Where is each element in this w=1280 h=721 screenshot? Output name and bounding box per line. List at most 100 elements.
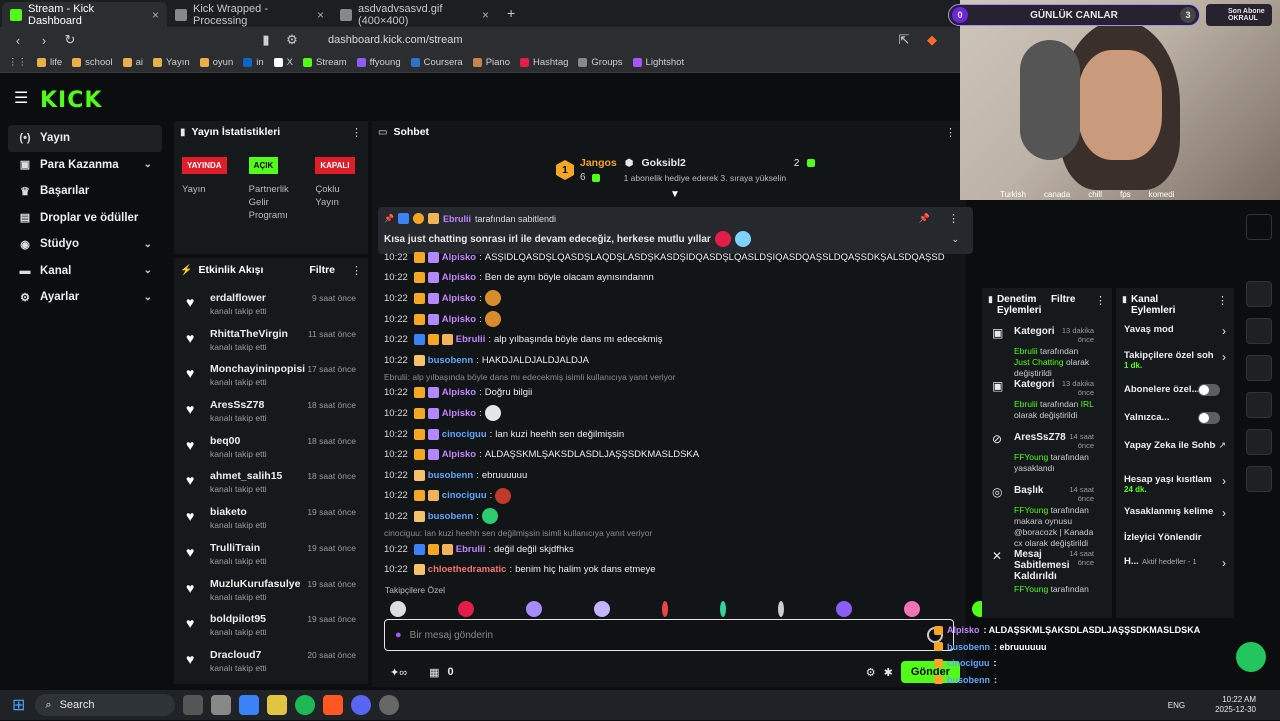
mod-more-icon[interactable]: ⋮ (1095, 294, 1106, 307)
chat-message[interactable]: 10:22Alpisko:ASŞIDLQASDŞLQASDŞLAQDŞLASDŞ… (384, 247, 964, 268)
chevron-down-icon[interactable]: ⌄ (144, 239, 152, 250)
emote-icon[interactable] (720, 601, 726, 617)
wrench-icon[interactable] (1246, 466, 1272, 492)
emote-icon[interactable] (778, 601, 784, 617)
channel-action-item[interactable]: H...Aktif hedefler - 1› (1116, 556, 1234, 582)
chevron-right-icon[interactable]: › (1222, 556, 1226, 570)
browser-tab[interactable]: Stream - Kick Dashboard× (2, 2, 167, 27)
channel-action-item[interactable]: Yalnızca... (1116, 412, 1234, 440)
app-icon[interactable] (379, 695, 399, 715)
new-tab-icon[interactable]: + (507, 5, 515, 21)
bookmark-item[interactable]: Yayın (153, 57, 190, 68)
toggle-switch[interactable] (1198, 412, 1220, 424)
sidebar-item-yayın[interactable]: (•)Yayın (8, 125, 162, 152)
mod-action-item[interactable]: ◎Başlık14 saat önceFFYoung tarafından ma… (982, 483, 1112, 547)
back-icon[interactable]: ‹ (10, 33, 26, 48)
close-icon[interactable]: × (482, 8, 489, 22)
pin-action-icon[interactable]: 📌 (919, 213, 930, 224)
store-icon[interactable]: ▦ (429, 666, 439, 679)
chat-username[interactable]: Alpisko (442, 272, 476, 283)
broadcast-icon[interactable] (1246, 392, 1272, 418)
bookmark-item[interactable]: life (37, 57, 62, 68)
activity-item[interactable]: ♥TrulliTrainkanalı takip etti19 saat önc… (174, 542, 368, 578)
bookmark-item[interactable]: Hashtag (520, 57, 568, 68)
mod-action-item[interactable]: ▣Kategori13 dakika önceEbrulii tarafında… (982, 377, 1112, 430)
spotify-icon[interactable] (295, 695, 315, 715)
activity-item[interactable]: ♥boldpilot95kanalı takip etti19 saat önc… (174, 613, 368, 649)
chat-message[interactable]: 10:22Alpisko:ALDAŞSKMLŞAKSDLASDLJAŞŞSDKM… (384, 444, 964, 465)
mod-filter-button[interactable]: Filtre (1051, 294, 1075, 305)
site-info-icon[interactable]: ⚙ (284, 32, 300, 48)
mod-action-item[interactable]: ▣Kategori13 dakika önceEbrulii tarafında… (982, 324, 1112, 377)
emote-icon[interactable] (458, 601, 474, 617)
folder-icon[interactable] (267, 695, 287, 715)
sidebar-item-ayarlar[interactable]: ⚙Ayarlar⌄ (8, 284, 162, 311)
activity-item[interactable]: ♥ahmet_salih15kanalı takip etti18 saat ö… (174, 470, 368, 506)
taskbar-search[interactable]: ⌕ Search (35, 694, 175, 716)
channel-action-item[interactable]: Hesap yaşı kısıtlam24 dk.› (1116, 474, 1234, 506)
close-icon[interactable]: × (152, 8, 159, 22)
chat-message[interactable]: 10:22Alpisko:Doğru bilgii (384, 383, 964, 404)
chevron-down-icon[interactable]: ⌄ (144, 265, 152, 276)
chat-username[interactable]: busobenn (428, 511, 473, 522)
chat-message[interactable]: 10:22Alpisko: (384, 403, 964, 424)
emote-icon[interactable] (662, 601, 668, 617)
chat-input[interactable]: ● Bir mesaj gönderin (384, 619, 954, 651)
gift-leaderboard[interactable]: 1 Jangos ⬢ Goksibl2 2 6 1 abonelik hediy… (556, 157, 815, 183)
discord-icon[interactable] (351, 695, 371, 715)
chat-message[interactable]: 10:22chloethedramatic:benim hiç halim yo… (384, 559, 964, 580)
toggle-switch[interactable] (1198, 384, 1220, 396)
emote-icon[interactable] (836, 601, 852, 617)
chevron-right-icon[interactable]: › (1222, 324, 1226, 338)
browser-tab[interactable]: Kick Wrapped - Processing× (167, 2, 332, 27)
activity-item[interactable]: ♥MuzluKurufasulyekanalı takip etti19 saa… (174, 578, 368, 614)
activity-item[interactable]: ♥AresSsZ78kanalı takip etti18 saat önce (174, 399, 368, 435)
close-icon[interactable]: × (317, 8, 324, 22)
bookmark-item[interactable]: Groups (578, 57, 622, 68)
chat-username[interactable]: Alpisko (442, 252, 476, 263)
stats-more-icon[interactable]: ⋮ (351, 126, 362, 139)
bookmark-item[interactable]: Piano (473, 57, 510, 68)
chat-message[interactable]: 10:22cinociguu:lan kuzi heehh sen değilm… (384, 424, 964, 445)
bookmark-item[interactable]: Coursera (411, 57, 463, 68)
chat-icon[interactable] (1246, 355, 1272, 381)
activity-item[interactable]: ♥Dracloud7kanalı takip etti20 saat önce (174, 649, 368, 685)
infinity-icon[interactable]: ✦∞ (390, 666, 407, 679)
chat-username[interactable]: Alpisko (442, 449, 476, 460)
pinned-more-icon[interactable]: ⋮ (948, 212, 959, 225)
menu-icon[interactable]: ☰ (14, 88, 28, 108)
chat-username[interactable]: Alpisko (442, 293, 476, 304)
mod-action-item[interactable]: ✕Mesaj Sabitlemesi Kaldırıldı14 saat önc… (982, 547, 1112, 605)
url-field[interactable]: dashboard.kick.com/stream (328, 34, 463, 46)
mod-action-item[interactable]: ⊘AresSsZ7814 saat önceFFYoung tarafından… (982, 430, 1112, 483)
brave-shield-icon[interactable]: ◆ (924, 32, 940, 48)
sidebar-item-droplar-ve-ödüller[interactable]: ▤Droplar ve ödüller (8, 205, 162, 232)
bookmark-item[interactable]: Stream (303, 57, 347, 68)
chat-message[interactable]: 10:22busobenn:ebruuuuuu (384, 465, 964, 486)
chat-message[interactable]: 10:22Ebrulii:alp yılbaşında böyle dans m… (384, 329, 964, 350)
share-icon[interactable]: ⇱ (896, 32, 912, 48)
activity-item[interactable]: ♥RhittaTheVirginkanalı takip etti11 saat… (174, 328, 368, 364)
chat-username[interactable]: busobenn (428, 470, 473, 481)
chat-username[interactable]: Alpisko (442, 387, 476, 398)
doc-icon[interactable] (1246, 318, 1272, 344)
activity-item[interactable]: ♥erdalflowerkanalı takip etti9 saat önce (174, 292, 368, 328)
chevron-right-icon[interactable]: › (1222, 350, 1226, 364)
bookmark-item[interactable]: school (72, 57, 112, 68)
chat-username[interactable]: Alpisko (442, 408, 476, 419)
collapse-icon[interactable]: ▼ (670, 189, 680, 200)
emote-icon[interactable] (390, 601, 406, 617)
sidebar-item-başarılar[interactable]: ♛Başarılar (8, 178, 162, 205)
activity-more-icon[interactable]: ⋮ (351, 264, 362, 277)
external-link-icon[interactable]: ↗ (1218, 440, 1226, 451)
mic-icon[interactable]: ● (395, 629, 402, 641)
emote-icon[interactable] (904, 601, 920, 617)
channel-action-item[interactable]: Takipçilere özel soh1 dk.› (1116, 350, 1234, 384)
chat-username[interactable]: busobenn (428, 355, 473, 366)
sidebar-item-para-kazanma[interactable]: ▣Para Kazanma⌄ (8, 152, 162, 179)
bookmark-item[interactable]: Lightshot (633, 57, 685, 68)
expand-icon[interactable] (1246, 214, 1272, 240)
forward-icon[interactable]: › (36, 33, 52, 48)
channel-action-item[interactable]: Yasaklanmış kelime› (1116, 506, 1234, 532)
app-icon[interactable] (239, 695, 259, 715)
